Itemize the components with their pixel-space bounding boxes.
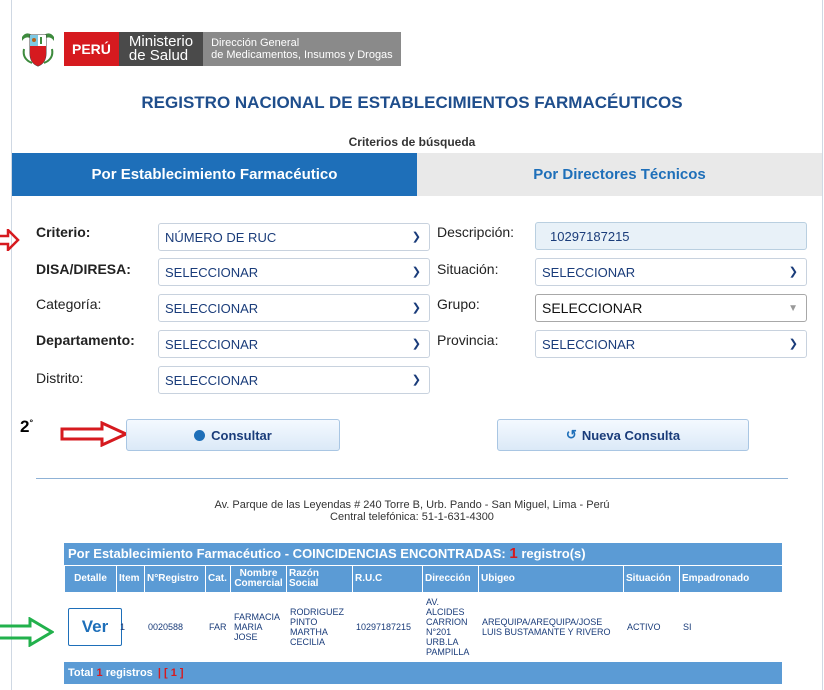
red-arrow-consultar-icon [60, 421, 130, 447]
step-degree: ° [29, 417, 34, 428]
distrito-select[interactable]: SELECCIONAR ❯ [158, 366, 430, 394]
results-header-suffix: registro(s) [521, 546, 586, 561]
refresh-icon: ↺ [565, 427, 577, 442]
results-panel: Por Establecimiento Farmacéutico - COINC… [64, 543, 783, 684]
table-row: Ver 1 0020588 FAR FARMACIA MARIA JOSE RO… [64, 592, 783, 662]
results-footer: Total 1 registros | [ 1 ] [64, 661, 782, 684]
footer-total-count: 1 [96, 666, 103, 679]
header-logos: PERÚ Ministerio de Salud Dirección Gener… [18, 24, 401, 74]
cell-empadronado: SI [679, 592, 783, 662]
pagination-link[interactable]: [ 1 ] [164, 667, 184, 679]
footer-address: Av. Parque de las Leyendas # 240 Torre B… [0, 499, 824, 523]
situacion-select-value: SELECCIONAR [542, 264, 636, 280]
chevron-down-icon: ❯ [411, 302, 421, 314]
search-icon [194, 429, 206, 441]
disa-select[interactable]: SELECCIONAR ❯ [158, 258, 430, 286]
col-cat: Cat. [205, 565, 231, 593]
search-criteria-heading: Criterios de búsqueda [348, 135, 476, 149]
cell-situacion: ACTIVO [623, 592, 680, 662]
chevron-down-icon: ❯ [411, 231, 421, 243]
categoria-select-value: SELECCIONAR [165, 300, 259, 316]
chevron-down-icon: ❯ [411, 266, 421, 278]
chevron-down-icon: ❯ [411, 374, 421, 386]
distrito-select-value: SELECCIONAR [165, 372, 259, 388]
categoria-select[interactable]: SELECCIONAR ❯ [158, 294, 430, 322]
departamento-label: Departamento: [36, 332, 135, 348]
address-text: Av. Parque de las Leyendas # 240 Torre B… [214, 499, 610, 511]
categoria-label: Categoría: [36, 296, 102, 312]
step-annotation: 2° [20, 417, 33, 437]
minsa-line2: de Salud [128, 47, 189, 64]
red-arrow-criterio-icon [0, 229, 20, 251]
table-header-row: Detalle Item N°Registro Cat. Nombre Come… [64, 565, 783, 593]
col-razon-social: Razón Social [286, 565, 353, 593]
minsa-logo: Ministerio de Salud [118, 32, 204, 66]
footer-registros-label: registros [105, 666, 153, 679]
col-detalle: Detalle [64, 565, 117, 593]
peru-coat-of-arms-icon [22, 33, 54, 67]
provincia-select[interactable]: SELECCIONAR ❯ [535, 330, 807, 358]
results-header-prefix: Por Establecimiento Farmacéutico - COINC… [68, 546, 506, 561]
caret-down-icon: ▼ [788, 303, 798, 314]
disa-label: DISA/DIRESA: [36, 261, 131, 277]
cell-ruc: 10297187215 [352, 592, 423, 662]
consultar-button[interactable]: Consultar [126, 419, 340, 451]
cell-registro: 0020588 [144, 592, 206, 662]
departamento-select[interactable]: SELECCIONAR ❯ [158, 330, 430, 358]
col-direccion: Dirección [422, 565, 479, 593]
nueva-consulta-button[interactable]: ↺ Nueva Consulta [497, 419, 749, 451]
results-table: Detalle Item N°Registro Cat. Nombre Come… [64, 565, 783, 662]
col-registro: N°Registro [144, 565, 206, 593]
search-tabs: Por Establecimiento Farmacéutico Por Dir… [12, 153, 822, 196]
divider [36, 478, 788, 479]
tab-establecimiento[interactable]: Por Establecimiento Farmacéutico [12, 153, 417, 196]
chevron-down-icon: ❯ [411, 338, 421, 350]
cell-cat: FAR [205, 592, 231, 662]
criterio-select[interactable]: NÚMERO DE RUC ❯ [158, 223, 430, 251]
grupo-label: Grupo: [437, 296, 480, 312]
chevron-down-icon: ❯ [788, 338, 798, 350]
descripcion-input-value: 10297187215 [550, 228, 630, 244]
cell-detalle: Ver [64, 592, 122, 662]
digemid-logo: Dirección General de Medicamentos, Insum… [203, 32, 401, 66]
cell-nombre: FARMACIA MARIA JOSE [230, 592, 287, 662]
col-situacion: Situación [623, 565, 680, 593]
departamento-select-value: SELECCIONAR [165, 336, 259, 352]
results-count: 1 [509, 545, 518, 562]
cell-ubigeo: AREQUIPA/AREQUIPA/JOSE LUIS BUSTAMANTE Y… [478, 592, 624, 662]
green-arrow-ver-icon [0, 617, 54, 647]
criterio-select-value: NÚMERO DE RUC [165, 229, 277, 245]
col-ruc: R.U.C [352, 565, 423, 593]
nueva-consulta-label: Nueva Consulta [581, 427, 681, 443]
descripcion-label: Descripción: [437, 224, 515, 240]
cell-razon: RODRIGUEZ PINTO MARTHA CECILIA [286, 592, 353, 662]
provincia-label: Provincia: [437, 332, 499, 348]
tab-directores[interactable]: Por Directores Técnicos [417, 153, 822, 196]
descripcion-input[interactable]: 10297187215 [535, 222, 807, 250]
results-header: Por Establecimiento Farmacéutico - COINC… [64, 543, 782, 565]
cell-direccion: AV. ALCIDES CARRION N°201 URB.LA PAMPILL… [422, 592, 479, 662]
chevron-down-icon: ❯ [788, 266, 798, 278]
phone-text: Central telefónica: 51-1-631-4300 [330, 511, 494, 523]
disa-select-value: SELECCIONAR [165, 264, 259, 280]
footer-total-label: Total [68, 666, 94, 679]
criterio-label: Criterio: [36, 224, 91, 240]
col-item: Item [116, 565, 145, 593]
col-nombre-comercial: Nombre Comercial [230, 565, 287, 593]
col-ubigeo: Ubigeo [478, 565, 624, 593]
situacion-select[interactable]: SELECCIONAR ❯ [535, 258, 807, 286]
peru-logo-text: PERÚ [64, 32, 119, 66]
col-empadronado: Empadronado [679, 565, 783, 593]
page-title: REGISTRO NACIONAL DE ESTABLECIMIENTOS FA… [141, 93, 683, 112]
digemid-line2: de Medicamentos, Insumos y Drogas [211, 49, 393, 61]
grupo-select-value: SELECCIONAR [542, 300, 643, 316]
consultar-label: Consultar [211, 427, 272, 443]
situacion-label: Situación: [437, 261, 499, 277]
distrito-label: Distrito: [36, 370, 84, 386]
ver-button[interactable]: Ver [68, 608, 122, 647]
provincia-select-value: SELECCIONAR [542, 336, 636, 352]
digemid-line1: Dirección General [211, 37, 300, 49]
cell-item: 1 [116, 592, 145, 662]
grupo-select[interactable]: SELECCIONAR ▼ [535, 294, 807, 322]
